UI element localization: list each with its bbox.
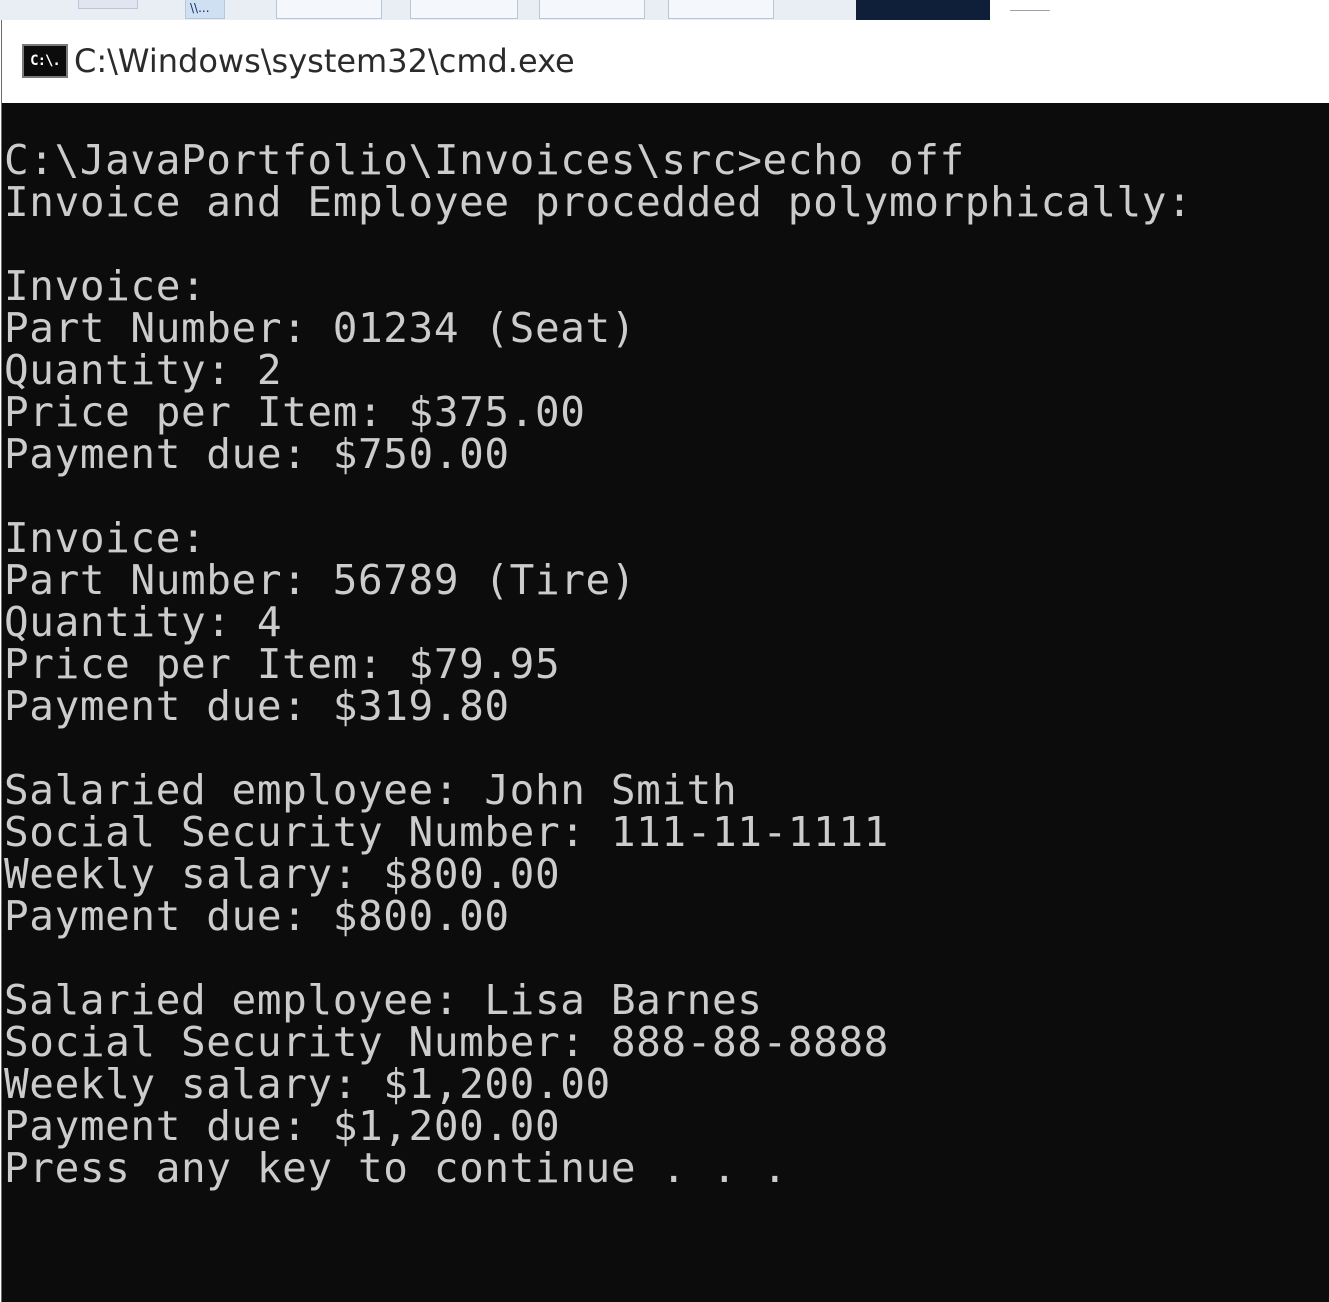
background-taskbar: \\... [0,0,1329,20]
console-line: C:\JavaPortfolio\Invoices\src>echo off [4,136,965,184]
background-tab[interactable] [276,0,382,19]
console-line: Payment due: $750.00 [4,430,510,478]
console-line: Invoice: [4,262,207,310]
console-line: Payment due: $319.80 [4,682,510,730]
cmd-app-icon[interactable]: C:\. [22,44,68,78]
console-output[interactable]: C:\JavaPortfolio\Invoices\src>echo off In… [4,139,1324,1189]
console-line: Social Security Number: 888-88-8888 [4,1018,889,1066]
background-decoration [1010,10,1050,19]
cmd-window[interactable]: C:\. C:\Windows\system32\cmd.exe C:\Java… [2,20,1329,1302]
background-tab[interactable]: \\... [185,0,225,19]
console-line: Payment due: $800.00 [4,892,510,940]
console-line: Salaried employee: John Smith [4,766,738,814]
background-tab[interactable] [410,0,518,19]
console-line: Salaried employee: Lisa Barnes [4,976,763,1024]
window-title: C:\Windows\system32\cmd.exe [74,42,575,80]
console-line: Quantity: 2 [4,346,283,394]
cmd-icon-label: C:\. [30,53,61,69]
background-tab[interactable] [78,0,138,9]
console-line: Payment due: $1,200.00 [4,1102,561,1150]
console-line: Invoice and Employee procedded polymorph… [4,178,1193,226]
console-line: Quantity: 4 [4,598,283,646]
console-line: Price per Item: $375.00 [4,388,586,436]
console-line: Part Number: 56789 (Tire) [4,556,637,604]
background-window-dark[interactable] [856,0,990,20]
background-tab[interactable] [668,0,774,19]
background-tab-label: \\... [190,1,210,15]
console-line: Press any key to continue . . . [4,1144,788,1192]
console-line: Invoice: [4,514,207,562]
console-line: Part Number: 01234 (Seat) [4,304,637,352]
console-line: Price per Item: $79.95 [4,640,561,688]
background-tab[interactable] [539,0,645,19]
console-line: Weekly salary: $800.00 [4,850,561,898]
console-line: Social Security Number: 111-11-1111 [4,808,889,856]
console-line: Weekly salary: $1,200.00 [4,1060,611,1108]
title-bar[interactable]: C:\. C:\Windows\system32\cmd.exe [2,20,1329,103]
